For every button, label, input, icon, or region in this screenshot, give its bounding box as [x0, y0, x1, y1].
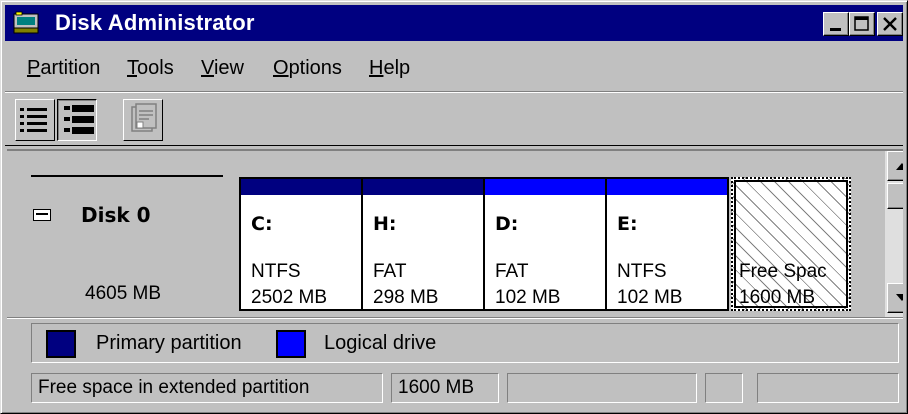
- minimize-button[interactable]: [823, 12, 849, 36]
- partition-letter: E:: [617, 213, 638, 235]
- detail-view-icon: [64, 105, 94, 134]
- title-bar[interactable]: Disk Administrator: [5, 5, 903, 41]
- arrow-down-icon: [896, 294, 903, 301]
- legend: Primary partition Logical drive: [31, 323, 899, 363]
- menu-options-mnemonic: O: [273, 57, 289, 79]
- partition-filesystem: FAT: [495, 261, 529, 282]
- status-description: Free space in extended partition: [31, 373, 383, 403]
- close-icon: [883, 17, 897, 31]
- partition-letter: H:: [373, 213, 397, 235]
- partition-filesystem: NTFS: [617, 261, 667, 282]
- partition-size: 102 MB: [617, 287, 683, 308]
- menu-options[interactable]: Options: [273, 57, 342, 80]
- disk-drive-icon: [33, 209, 51, 221]
- free-space-region[interactable]: Free Spac 1600 MB: [731, 177, 851, 311]
- menu-view[interactable]: View: [201, 57, 244, 80]
- toolbar-separator: [5, 145, 903, 146]
- vertical-scrollbar[interactable]: [885, 151, 903, 319]
- primary-partition-legend-label: Primary partition: [96, 332, 242, 354]
- menu-tools[interactable]: Tools: [127, 57, 174, 80]
- menu-view-mnemonic: V: [201, 57, 214, 79]
- status-cell-5: [757, 373, 899, 403]
- partition-letter: C:: [251, 213, 273, 235]
- window-title: Disk Administrator: [55, 10, 255, 35]
- primary-partition-cap: [241, 179, 361, 195]
- properties-icon: [131, 103, 157, 132]
- disk-name: Disk 0: [81, 203, 151, 227]
- menu-tools-mnemonic: T: [127, 57, 137, 79]
- properties-button[interactable]: [123, 99, 163, 141]
- maximize-button[interactable]: [849, 12, 875, 36]
- free-space-size: 1600 MB: [739, 287, 816, 308]
- logical-drive-legend-label: Logical drive: [324, 332, 437, 354]
- disk-label-rule: [31, 175, 223, 177]
- arrow-up-icon: [896, 163, 903, 170]
- menu-help-mnemonic: H: [369, 57, 384, 79]
- menu-partition-mnemonic: P: [27, 57, 41, 79]
- partition-strip: C: NTFS 2502 MB H: FAT 298 MB D: FAT 102…: [239, 177, 851, 311]
- free-space-label: Free Spac: [739, 261, 827, 282]
- primary-partition-cap: [363, 179, 483, 195]
- disk-size: 4605 MB: [85, 283, 162, 304]
- logical-drive-cap: [607, 179, 727, 195]
- partition-letter: D:: [495, 213, 519, 235]
- partition-filesystem: NTFS: [251, 261, 301, 282]
- disk-view: Disk 0 4605 MB C: NTFS 2502 MB H: FAT 29…: [7, 149, 903, 319]
- disk-area-separator: [7, 317, 903, 319]
- partition-size: 2502 MB: [251, 287, 328, 308]
- menu-separator: [5, 91, 903, 93]
- scroll-down-button[interactable]: [887, 283, 903, 313]
- logical-drive-swatch: [276, 330, 306, 358]
- partition-h[interactable]: H: FAT 298 MB: [361, 177, 485, 311]
- close-button[interactable]: [877, 12, 903, 36]
- partition-e[interactable]: E: NTFS 102 MB: [605, 177, 729, 311]
- disk-administrator-app-icon[interactable]: [13, 11, 39, 35]
- partition-filesystem: FAT: [373, 261, 407, 282]
- scroll-thumb[interactable]: [887, 183, 903, 209]
- menu-partition[interactable]: Partition: [27, 57, 100, 80]
- minimize-icon: [830, 28, 841, 31]
- status-cell-4: [705, 373, 743, 403]
- status-size: 1600 MB: [391, 373, 499, 403]
- scroll-up-button[interactable]: [887, 151, 903, 181]
- primary-partition-swatch: [46, 330, 76, 358]
- maximize-icon: [854, 16, 869, 31]
- detail-view-button[interactable]: [57, 99, 97, 141]
- partition-size: 102 MB: [495, 287, 561, 308]
- menu-help[interactable]: Help: [369, 57, 410, 80]
- partition-c[interactable]: C: NTFS 2502 MB: [239, 177, 363, 311]
- status-cell-3: [507, 373, 697, 403]
- list-view-button[interactable]: [15, 99, 55, 141]
- partition-size: 298 MB: [373, 287, 439, 308]
- disk-administrator-window: Disk Administrator Partition Tools View …: [0, 0, 908, 414]
- partition-d[interactable]: D: FAT 102 MB: [483, 177, 607, 311]
- menu-bar: Partition Tools View Options Help: [5, 53, 903, 85]
- list-view-icon: [20, 108, 47, 132]
- logical-drive-cap: [485, 179, 605, 195]
